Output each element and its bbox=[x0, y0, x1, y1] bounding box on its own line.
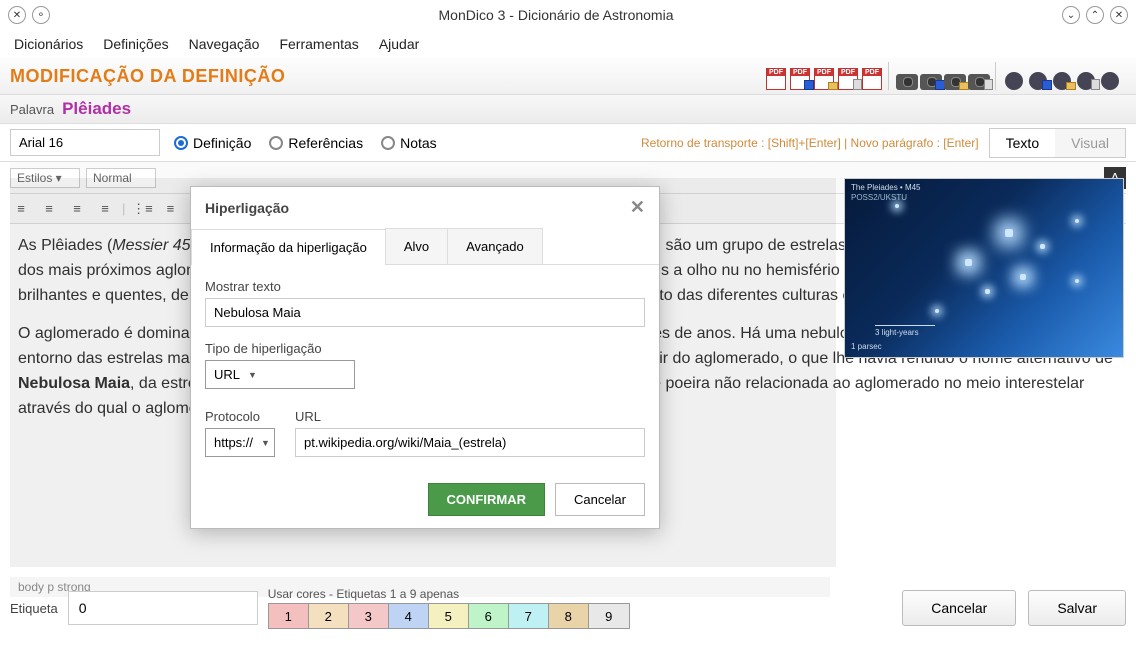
hyperlink-dialog: Hiperligação ✕ Informação da hiperligaçã… bbox=[190, 186, 660, 529]
color-6[interactable]: 6 bbox=[469, 604, 509, 628]
cancel-button[interactable]: Cancelar bbox=[902, 590, 1016, 626]
radio-definition[interactable]: Definição bbox=[174, 135, 251, 151]
menu-navigation[interactable]: Navegação bbox=[189, 36, 260, 52]
etiqueta-label: Etiqueta bbox=[10, 601, 58, 616]
color-2[interactable]: 2 bbox=[309, 604, 349, 628]
align-justify-icon[interactable]: ≡ bbox=[94, 198, 116, 220]
dialog-close-icon[interactable]: ✕ bbox=[630, 197, 645, 218]
align-left-icon[interactable]: ≡ bbox=[10, 198, 32, 220]
link-type-label: Tipo de hiperligação bbox=[205, 341, 645, 356]
close-icon[interactable]: ✕ bbox=[1110, 6, 1128, 24]
dialog-title: Hiperligação bbox=[205, 200, 289, 216]
color-8[interactable]: 8 bbox=[549, 604, 589, 628]
camera-save-icon[interactable] bbox=[919, 62, 943, 90]
color-3[interactable]: 3 bbox=[349, 604, 389, 628]
dialog-tab-target[interactable]: Alvo bbox=[385, 228, 448, 264]
camera-delete-icon[interactable] bbox=[967, 62, 991, 90]
font-select[interactable]: Arial 16 bbox=[10, 129, 160, 156]
color-4[interactable]: 4 bbox=[389, 604, 429, 628]
link-type-select[interactable]: URL bbox=[205, 360, 355, 389]
menu-definitions[interactable]: Definições bbox=[103, 36, 168, 52]
speaker-save-icon[interactable] bbox=[1026, 62, 1050, 90]
minimize-icon[interactable]: ⌄ bbox=[1062, 6, 1080, 24]
menu-help[interactable]: Ajudar bbox=[379, 36, 419, 52]
speaker-delete-icon[interactable] bbox=[1074, 62, 1098, 90]
menu-tools[interactable]: Ferramentas bbox=[279, 36, 358, 52]
page-title: MODIFICAÇÃO DA DEFINIÇÃO bbox=[10, 66, 285, 87]
camera-open-icon[interactable] bbox=[943, 62, 967, 90]
speaker-play-icon[interactable] bbox=[1098, 62, 1122, 90]
url-label: URL bbox=[295, 409, 645, 424]
menubar: Dicionários Definições Navegação Ferrame… bbox=[0, 30, 1136, 58]
pdf-icon[interactable] bbox=[764, 62, 788, 90]
color-9[interactable]: 9 bbox=[589, 604, 629, 628]
window-menu-icon[interactable]: ✕ bbox=[8, 6, 26, 24]
url-input[interactable] bbox=[295, 428, 645, 457]
speaker-icon[interactable] bbox=[1002, 62, 1026, 90]
styles-select[interactable]: Estilos ▾ bbox=[10, 168, 80, 188]
align-right-icon[interactable]: ≡ bbox=[66, 198, 88, 220]
tab-text[interactable]: Texto bbox=[990, 129, 1055, 157]
pdf-delete-icon[interactable] bbox=[836, 62, 860, 90]
speaker-open-icon[interactable] bbox=[1050, 62, 1074, 90]
protocol-label: Protocolo bbox=[205, 409, 275, 424]
camera-icon[interactable] bbox=[895, 62, 919, 90]
save-button[interactable]: Salvar bbox=[1028, 590, 1126, 626]
dialog-tab-advanced[interactable]: Avançado bbox=[447, 228, 543, 264]
radio-references[interactable]: Referências bbox=[269, 135, 363, 151]
list-bullet-icon[interactable]: ⋮≡ bbox=[131, 198, 153, 220]
color-7[interactable]: 7 bbox=[509, 604, 549, 628]
etiqueta-input[interactable] bbox=[68, 591, 258, 625]
format-select[interactable]: Normal bbox=[86, 168, 156, 188]
radio-notes[interactable]: Notas bbox=[381, 135, 437, 151]
pdf-save-icon[interactable] bbox=[788, 62, 812, 90]
tab-visual[interactable]: Visual bbox=[1055, 129, 1125, 157]
word-value: Plêiades bbox=[62, 99, 131, 119]
color-5[interactable]: 5 bbox=[429, 604, 469, 628]
show-text-label: Mostrar texto bbox=[205, 279, 645, 294]
keyboard-hints: Retorno de transporte : [Shift]+[Enter] … bbox=[641, 136, 979, 150]
color-1[interactable]: 1 bbox=[269, 604, 309, 628]
colors-title: Usar cores - Etiquetas 1 a 9 apenas bbox=[268, 587, 630, 601]
align-center-icon[interactable]: ≡ bbox=[38, 198, 60, 220]
dialog-cancel-button[interactable]: Cancelar bbox=[555, 483, 645, 516]
confirm-button[interactable]: CONFIRMAR bbox=[428, 483, 545, 516]
pdf-icon-2[interactable] bbox=[860, 62, 884, 90]
protocol-select[interactable]: https:// bbox=[205, 428, 275, 457]
list-number-icon[interactable]: ≡ bbox=[159, 198, 181, 220]
pleiades-image: The Pleiades • M45 POSS2/UKSTU 3 light-y… bbox=[844, 178, 1124, 358]
word-label: Palavra bbox=[10, 102, 54, 117]
dialog-tab-info[interactable]: Informação da hiperligação bbox=[191, 229, 386, 265]
pdf-open-icon[interactable] bbox=[812, 62, 836, 90]
window-title: MonDico 3 - Dicionário de Astronomia bbox=[50, 7, 1062, 23]
menu-dictionaries[interactable]: Dicionários bbox=[14, 36, 83, 52]
window-pin-icon[interactable]: ⚬ bbox=[32, 6, 50, 24]
maximize-icon[interactable]: ⌃ bbox=[1086, 6, 1104, 24]
show-text-input[interactable] bbox=[205, 298, 645, 327]
